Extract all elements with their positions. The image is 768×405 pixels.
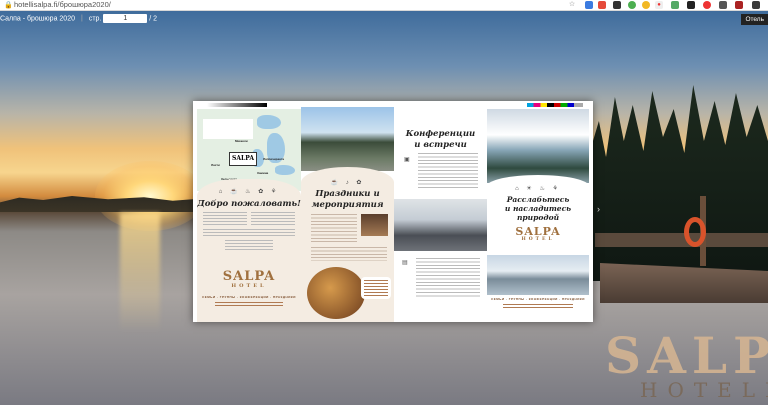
background-logo: SALPA HOTELL: [605, 326, 768, 404]
page-number-input[interactable]: 1: [103, 14, 148, 23]
extension-icon-9[interactable]: [703, 1, 711, 9]
relax-title-2: и насладитесь: [504, 204, 572, 213]
map-label: Лаппеэнранта: [263, 157, 285, 161]
relax-title-3: природой: [516, 213, 560, 222]
extension-icon-2[interactable]: [598, 1, 606, 9]
brochure-panel-conferences: Конференции и встречи ▣ ▤: [394, 101, 487, 322]
celebrations-text-2: [311, 247, 387, 261]
url-text[interactable]: hotellisalpa.fi/брошюра2020/: [14, 0, 111, 10]
page-label: стр.: [88, 15, 102, 23]
browser-address-bar[interactable]: 🔒 hotellisalpa.fi/брошюра2020/ ☆ ●: [0, 0, 768, 11]
background-logo-hotel: HOTELL: [640, 378, 768, 402]
celebrations-photo: [301, 107, 394, 171]
contact-box: [361, 277, 391, 299]
hotel-logo-text: HOTEL: [231, 283, 267, 289]
star-icon[interactable]: ☆: [568, 1, 576, 9]
relax-title-1: Расслабьтесь: [506, 195, 570, 204]
brochure-page[interactable]: SALPA Миккели Хельсинки Лахти Котка Хами…: [193, 101, 593, 322]
brochure-panel-celebrations: ☕ ♪ ✿ Праздники и мероприятия: [301, 101, 394, 322]
tagline-right: СЕМЬИ · ГРУППЫ · КОНФЕРЕНЦИИ · ПРАЗДНИКИ: [491, 297, 585, 301]
extension-icon-11[interactable]: [735, 1, 743, 9]
lock-icon: 🔒: [4, 2, 13, 9]
extension-icon-5[interactable]: [642, 1, 650, 9]
brochure-panel-relax: ⌂ ☀ ♨ ⚘ Расслабьтесь и насладитесь приро…: [487, 101, 589, 322]
welcome-details: [203, 212, 295, 252]
extension-icon-8[interactable]: [687, 1, 695, 9]
contact-lines-right: [503, 304, 573, 310]
viewer-toolbar: Салпа - брошюра 2020 | стр. 1 / 2: [0, 14, 158, 23]
extension-icon-4[interactable]: [628, 1, 636, 9]
conferences-title-1: Конференции: [405, 129, 476, 139]
celebrations-title-1: Праздники и: [315, 189, 380, 199]
welcome-title: Добро пожаловать!: [197, 199, 301, 209]
forest: [590, 85, 768, 281]
contact-lines: [215, 302, 283, 308]
amenity-icons: ⌂ ☕ ♨ ✿ ⚘: [218, 189, 280, 195]
conferences-title-2: и встречи: [414, 140, 467, 150]
snowy-forest-photo: [487, 109, 589, 183]
map-label: Хамина: [257, 171, 269, 175]
conferences-equipment-text: [416, 258, 480, 298]
salpa-logo: SALPA: [222, 269, 276, 284]
celebrations-title-2: мероприятия: [311, 200, 384, 210]
dock: [595, 233, 768, 247]
equipment-icon: ▤: [402, 260, 408, 266]
document-title: Салпа - брошюра 2020: [0, 15, 75, 23]
conferences-text: [418, 153, 478, 189]
map-logo: SALPA: [229, 152, 257, 166]
celebrations-text: [311, 214, 357, 244]
page-total: / 2: [149, 15, 158, 23]
tagline: СЕМЬИ · ГРУППЫ · КОНФЕРЕНЦИИ · ПРАЗДНИКИ: [202, 295, 296, 299]
extension-icon-6[interactable]: ●: [655, 1, 663, 9]
banquet-photo: [307, 267, 365, 319]
background-logo-salpa: SALPA: [605, 326, 768, 385]
meeting-room-photo: [394, 199, 487, 251]
hotel-button[interactable]: Отель: [741, 14, 768, 25]
map-label: Лахти: [211, 163, 220, 167]
next-page-icon[interactable]: ›: [597, 204, 600, 214]
jump-photo: [487, 255, 589, 295]
nature-icons: ⌂ ☀ ♨ ⚘: [515, 186, 561, 192]
grayscale-bar: [207, 103, 267, 107]
extension-icon-7[interactable]: [671, 1, 679, 9]
map-note: [203, 119, 253, 139]
map-label: Миккели: [235, 139, 248, 143]
party-photo: [361, 214, 388, 236]
extension-icon-12[interactable]: [752, 1, 760, 9]
color-bar: [527, 103, 583, 107]
extension-icon-10[interactable]: [719, 1, 727, 9]
hotel-logo-text-right: HOTEL: [521, 237, 555, 242]
extension-icon-1[interactable]: [585, 1, 593, 9]
brochure-panel-welcome: SALPA Миккели Хельсинки Лахти Котка Хами…: [197, 101, 301, 322]
extension-icon-3[interactable]: [613, 1, 621, 9]
life-ring: [684, 217, 706, 247]
presentation-icon: ▣: [404, 157, 410, 163]
party-icons: ☕ ♪ ✿: [330, 180, 365, 186]
sun-reflection: [120, 213, 160, 333]
